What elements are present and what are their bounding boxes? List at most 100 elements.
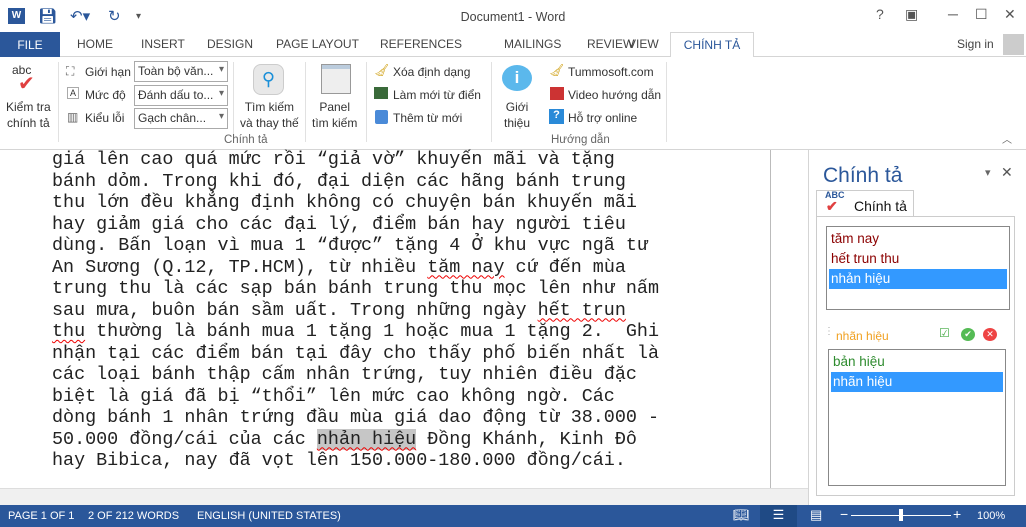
text-run: Đồng Khánh, Kinh Đô xyxy=(416,428,637,450)
horizontal-scrollbar[interactable] xyxy=(0,488,808,505)
pane-close-icon[interactable]: ✕ xyxy=(1001,164,1013,181)
add-word-button[interactable]: Thêm từ mới xyxy=(393,111,462,125)
text-run: 50.000 đồng/cái của các xyxy=(52,428,317,450)
reject-icon[interactable]: ✕ xyxy=(983,328,997,341)
abc-check-icon: ABC ✔ xyxy=(825,190,845,214)
limit-icon: ⛶ xyxy=(66,64,75,78)
add-word-icon xyxy=(375,110,388,124)
video-guide-button[interactable]: Video hướng dẫn xyxy=(568,88,661,102)
tab-mailings[interactable]: MAILINGS xyxy=(504,37,561,51)
help-button[interactable]: ? xyxy=(876,6,884,22)
ribbon: abc ✔ Kiểm tra chính tả ⛶ Giới hạn A Mức … xyxy=(0,57,1026,150)
error-type-icon: ▥ xyxy=(67,110,79,124)
document-line: thu thường là bánh mua 1 tặng 1 hoặc mua… xyxy=(52,321,659,343)
limit-select[interactable]: Toàn bộ văn... xyxy=(134,61,228,82)
refresh-dictionary-button[interactable]: Làm mới từ điển xyxy=(393,88,481,102)
drag-handle-icon[interactable]: ⋮ xyxy=(824,326,834,337)
text-run: nhận tại các điểm bán tại đây cho thấy p… xyxy=(52,342,659,364)
avatar[interactable] xyxy=(1003,34,1024,55)
pane-options-icon[interactable]: ▾ xyxy=(985,166,991,179)
online-support-button[interactable]: Hỗ trợ online xyxy=(568,111,637,125)
tab-page-layout[interactable]: PAGE LAYOUT xyxy=(276,37,359,51)
language[interactable]: ENGLISH (UNITED STATES) xyxy=(197,510,341,522)
tab-design[interactable]: DESIGN xyxy=(207,37,253,51)
read-mode-icon[interactable]: 📖︎ xyxy=(733,507,750,523)
clear-format-button[interactable]: Xóa định dạng xyxy=(393,65,470,79)
document-line: An Sương (Q.12, TP.HCM), từ nhiều tăm na… xyxy=(52,257,659,279)
text-run: trung thu là các sạp bán bánh trung thu … xyxy=(52,278,659,299)
close-button[interactable]: ✕ xyxy=(1004,6,1016,23)
collapse-ribbon-icon[interactable]: ︿ xyxy=(1002,131,1012,146)
misspelled-word[interactable]: tăm nay xyxy=(427,257,504,278)
error-list-item[interactable]: tăm nay xyxy=(829,229,1007,249)
text-run: dùng. Bấn loạn vì mua 1 “được” tặng 4 Ở … xyxy=(52,235,648,256)
about-label-1: Giới xyxy=(505,100,529,114)
text-run: cứ đến mùa xyxy=(504,256,626,278)
tab-file[interactable]: FILE xyxy=(0,32,60,57)
text-run: An Sương (Q.12, TP.HCM), từ nhiều xyxy=(52,256,428,278)
zoom-in-button[interactable]: + xyxy=(953,506,961,522)
accept-icon[interactable]: ☑ xyxy=(939,326,950,340)
error-list[interactable]: tăm nay hết trun thu nhản hiệu xyxy=(826,226,1010,310)
zoom-out-button[interactable]: − xyxy=(840,506,848,522)
misspelled-word[interactable]: nhản hiệu xyxy=(316,428,417,450)
pane-tab[interactable]: ABC ✔ Chính tả xyxy=(816,190,914,217)
misspelled-word[interactable]: hết trun xyxy=(538,300,626,321)
minimize-button[interactable]: ─ xyxy=(948,6,958,22)
misspelled-word[interactable]: thu xyxy=(52,321,85,342)
ribbon-display-icon[interactable]: ▣ xyxy=(905,6,918,23)
ribbon-tabs: HOME INSERT DESIGN PAGE LAYOUT REFERENCE… xyxy=(0,32,1026,57)
level-select[interactable]: Đánh dấu to... xyxy=(134,85,228,106)
page-count[interactable]: PAGE 1 OF 1 xyxy=(8,510,74,522)
search-replace-button[interactable]: Tìm kiếm và thay thế xyxy=(240,99,299,131)
word-count[interactable]: 2 OF 212 WORDS xyxy=(88,510,179,522)
zoom-level[interactable]: 100% xyxy=(977,510,1005,522)
zoom-slider[interactable] xyxy=(851,509,951,521)
text-run: thu lớn đều khẳng định không có chuyện b… xyxy=(52,192,637,213)
page-divider xyxy=(770,150,771,488)
text-run: các loại bánh thập cấm nhân trứng, tuy n… xyxy=(52,364,637,385)
spell-check-button[interactable]: Kiểm tra chính tả xyxy=(6,99,51,131)
document-line: dùng. Bấn loạn vì mua 1 “được” tặng 4 Ở … xyxy=(52,235,659,257)
document-line: nhận tại các điểm bán tại đây cho thấy p… xyxy=(52,343,659,365)
zoom-slider-thumb[interactable] xyxy=(899,509,903,521)
about-button[interactable]: Giới thiệu xyxy=(504,99,530,131)
tab-chinh-ta[interactable]: CHÍNH TẢ xyxy=(670,32,754,58)
document-line: bánh dỏm. Trong khi đó, đại diện các hãn… xyxy=(52,171,659,193)
video-icon xyxy=(550,87,564,100)
window-title: Document1 - Word xyxy=(460,10,566,24)
suggestion-list[interactable]: bản hiệu nhãn hiệu xyxy=(828,349,1006,486)
print-layout-icon[interactable]: ☰ xyxy=(760,505,797,527)
confirm-icon[interactable]: ✔ xyxy=(961,328,975,341)
document-text[interactable]: giá lên cao quá mức rồi “giả vờ” khuyến … xyxy=(52,149,659,472)
title-bar: W 💾︎ ↶▾ ↻ ▾ Document1 - Word ? ▣ ─ ☐ ✕ xyxy=(0,0,1026,32)
document-line: trung thu là các sạp bán bánh trung thu … xyxy=(52,278,659,300)
search-label-1: Tìm kiếm xyxy=(244,100,295,114)
tab-home[interactable]: HOME xyxy=(77,37,113,51)
search-panel-button[interactable]: Panel tìm kiếm xyxy=(312,99,357,131)
pane-tab-label: Chính tả xyxy=(854,198,907,214)
panel-label-2: tìm kiếm xyxy=(312,116,358,130)
suggestion-list-item[interactable]: bản hiệu xyxy=(831,352,1003,372)
document-line: sau mưa, buôn bán sầm uất. Trong những n… xyxy=(52,300,659,322)
error-list-item[interactable]: hết trun thu xyxy=(829,249,1007,269)
web-layout-icon[interactable]: ▤ xyxy=(810,507,822,523)
level-label: Mức độ xyxy=(85,88,126,102)
error-list-item[interactable]: nhản hiệu xyxy=(829,269,1007,289)
error-type-label: Kiểu lỗi xyxy=(85,111,125,125)
text-run: thường là bánh mua 1 tặng 1 hoặc mua 1 t… xyxy=(85,321,659,342)
document-line: 50.000 đồng/cái của các nhản hiệu Đồng K… xyxy=(52,428,659,451)
tummosoft-link[interactable]: Tummosoft.com xyxy=(568,65,654,79)
current-word: nhãn hiệu xyxy=(836,329,889,343)
tab-references[interactable]: REFERENCES xyxy=(380,37,462,51)
info-icon: i xyxy=(502,65,532,91)
suggestion-list-item[interactable]: nhãn hiệu xyxy=(831,372,1003,392)
spell-check-label-2: chính tả xyxy=(6,116,50,130)
tab-view[interactable]: VIEW xyxy=(628,37,659,51)
spell-check-label-1: Kiểm tra xyxy=(6,100,51,114)
broom-icon: 🧹︎ xyxy=(374,63,390,77)
tab-insert[interactable]: INSERT xyxy=(141,37,185,51)
sign-in-link[interactable]: Sign in xyxy=(957,37,994,51)
error-type-select[interactable]: Gạch chân... xyxy=(134,108,228,129)
maximize-button[interactable]: ☐ xyxy=(975,6,988,23)
